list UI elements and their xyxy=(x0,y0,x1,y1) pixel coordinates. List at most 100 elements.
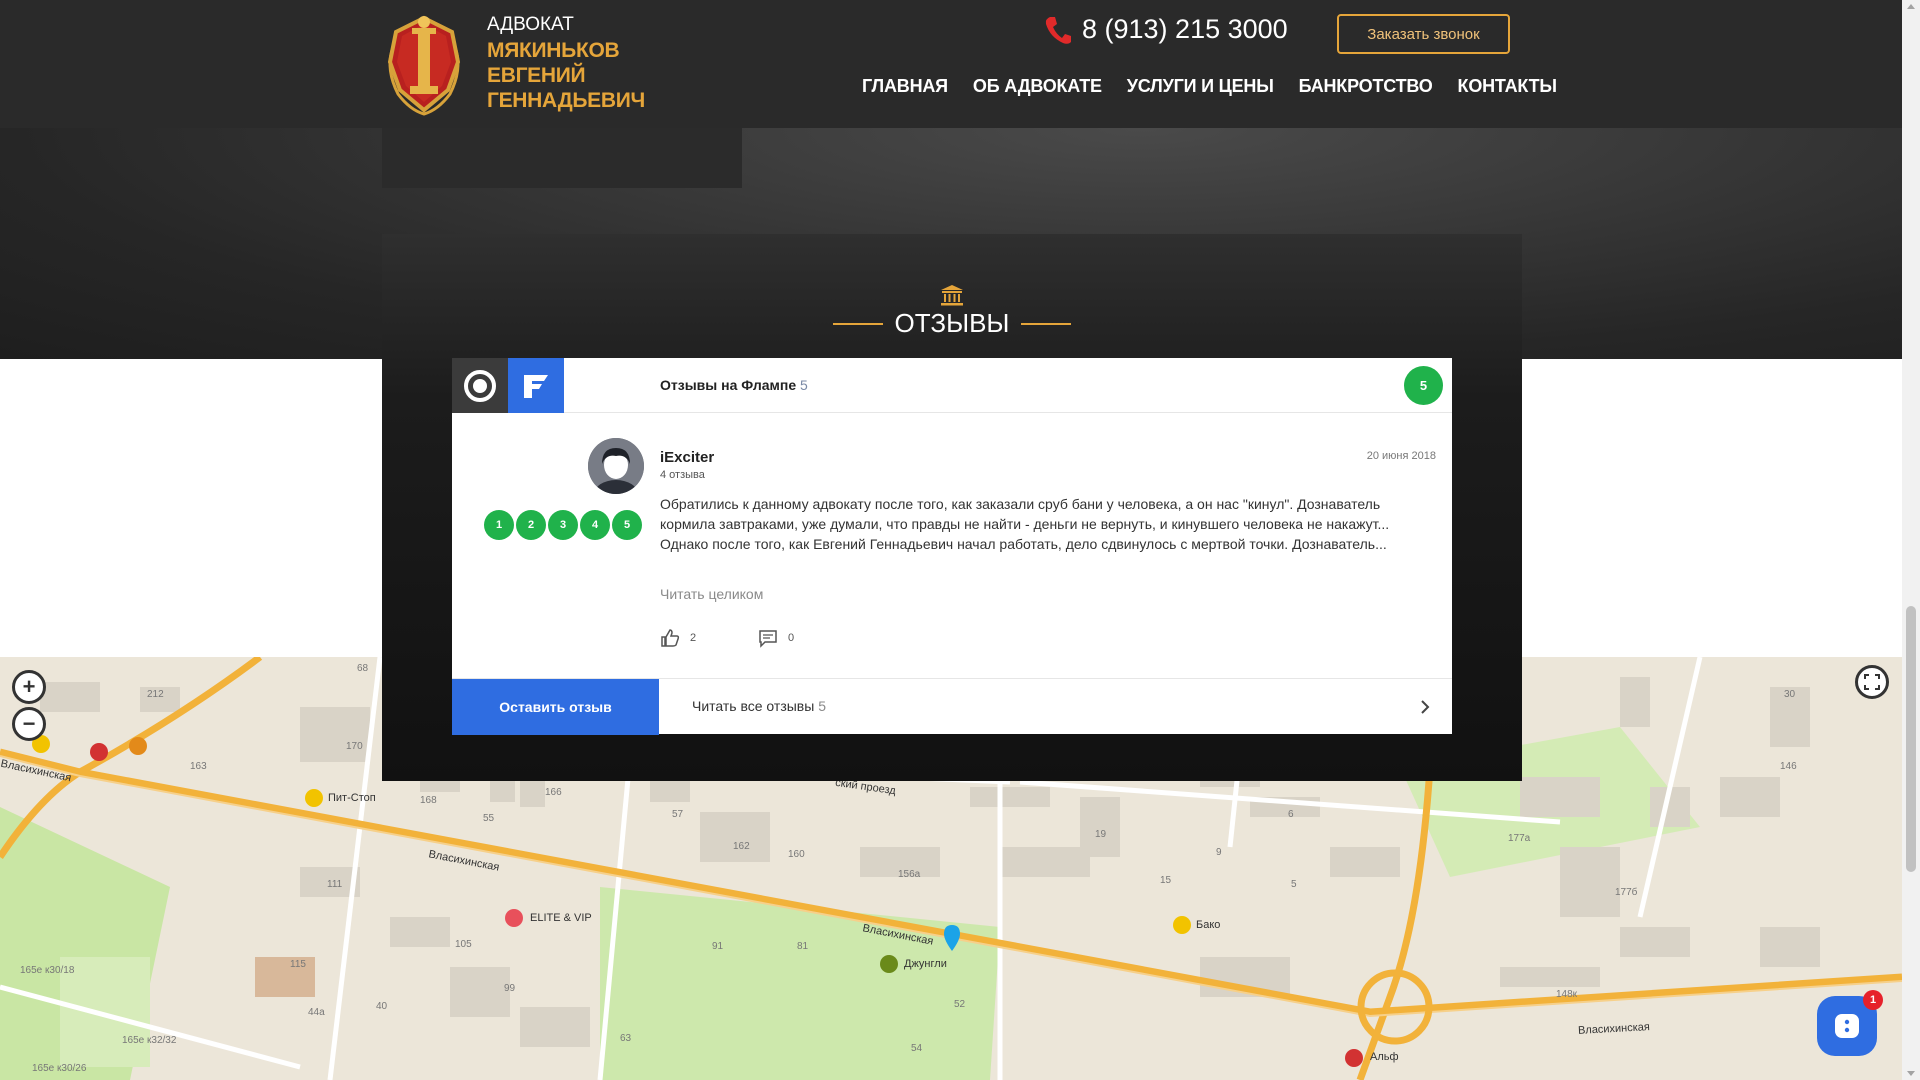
chat-notification-badge: 1 xyxy=(1863,990,1883,1010)
alf-poi-icon[interactable] xyxy=(1345,1049,1363,1067)
nav-item-services[interactable]: УСЛУГИ И ЦЕНЫ xyxy=(1127,76,1274,97)
tab-flamp[interactable] xyxy=(508,358,564,413)
widget-footer: Оставить отзыв Читать все отзывы 5 xyxy=(452,678,1452,735)
cafe-poi-icon[interactable] xyxy=(129,737,147,755)
restaurant-poi-icon[interactable] xyxy=(90,743,108,761)
logo-name-line: ЕВГЕНИЙ xyxy=(487,64,586,87)
nav-item-home[interactable]: ГЛАВНАЯ xyxy=(862,76,948,97)
2gis-icon xyxy=(464,369,496,402)
house-number: 63 xyxy=(620,1033,632,1044)
nav-item-bankruptcy[interactable]: БАНКРОТСТВО xyxy=(1299,76,1433,97)
rating-dot: 1 xyxy=(484,510,514,540)
house-number: 170 xyxy=(346,741,363,752)
fullscreen-button[interactable] xyxy=(1855,665,1889,699)
reviews-section: ОТЗЫВЫ Отзывы на Флампе 5 5 1 2 3 4 5 iE… xyxy=(382,234,1522,781)
avatar[interactable] xyxy=(588,438,644,494)
nav-item-contacts[interactable]: КОНТАКТЫ xyxy=(1458,76,1558,97)
house-number: 111 xyxy=(327,879,343,890)
author-review-count: 4 отзыва xyxy=(660,469,705,481)
house-number: 105 xyxy=(455,939,472,950)
phone-number[interactable]: 8 (913) 215 3000 xyxy=(1082,14,1288,45)
review-date: 20 июня 2018 xyxy=(1366,450,1436,462)
rating-dot: 4 xyxy=(580,510,610,540)
house-number: 165е к30/26 xyxy=(32,1063,87,1074)
user-avatar-icon xyxy=(588,438,644,494)
house-number: 9 xyxy=(1216,847,1222,858)
law-emblem-icon[interactable] xyxy=(382,10,466,118)
map-label: Альф xyxy=(1370,1051,1399,1063)
house-number: 30 xyxy=(1784,689,1796,700)
house-number: 146 xyxy=(1780,761,1797,772)
review-author[interactable]: iExciter xyxy=(660,449,714,466)
page-scrollbar[interactable] xyxy=(1902,0,1920,1080)
site-header: АДВОКАТ МЯКИНЬКОВ ЕВГЕНИЙ ГЕННАДЬЕВИЧ 8 … xyxy=(0,0,1902,128)
house-number: 212 xyxy=(147,689,164,700)
main-nav: ГЛАВНАЯ ОБ АДВОКАТЕ УСЛУГИ И ЦЕНЫ БАНКРО… xyxy=(862,76,1557,97)
logo-text[interactable]: АДВОКАТ МЯКИНЬКОВ ЕВГЕНИЙ ГЕННАДЬЕВИЧ xyxy=(487,12,645,113)
comment-count: 0 xyxy=(788,632,795,644)
leave-review-button[interactable]: Оставить отзыв xyxy=(452,679,659,735)
read-all-reviews-link[interactable]: Читать все отзывы 5 xyxy=(692,698,826,714)
house-number: 55 xyxy=(483,813,495,824)
pit-stop-poi-icon[interactable] xyxy=(305,789,323,807)
widget-title-count: 5 xyxy=(800,377,808,393)
like-button[interactable]: 2 xyxy=(660,628,696,648)
chat-icon xyxy=(1835,1014,1859,1038)
widget-header: Отзывы на Флампе 5 5 xyxy=(452,358,1452,413)
review-text: Обратились к данному адвокату после того… xyxy=(660,496,1390,552)
courthouse-icon xyxy=(941,285,963,306)
comment-button[interactable]: 0 xyxy=(758,628,794,648)
house-number: 160 xyxy=(788,849,805,860)
zoom-out-button[interactable]: − xyxy=(12,707,46,741)
house-number: 57 xyxy=(672,809,684,820)
house-number: 166 xyxy=(545,787,562,798)
flamp-icon xyxy=(524,374,548,398)
house-number: 19 xyxy=(1095,829,1107,840)
logo-title: АДВОКАТ xyxy=(487,14,574,35)
widget-title: Отзывы на Флампе 5 xyxy=(660,377,808,393)
dzhungli-poi-icon[interactable] xyxy=(880,955,898,973)
thumbs-up-icon xyxy=(661,629,680,647)
logo-name-line: ГЕННАДЬЕВИЧ xyxy=(487,89,645,112)
house-number: 115 xyxy=(290,959,306,970)
house-number: 54 xyxy=(911,1043,923,1054)
house-number: 40 xyxy=(376,1001,388,1012)
read-more-link[interactable]: Читать целиком xyxy=(660,586,763,602)
rating-dot: 3 xyxy=(548,510,578,540)
rating-dot: 5 xyxy=(612,510,642,540)
house-number: 165е к32/32 xyxy=(122,1035,177,1046)
map-label: ELITE & VIP xyxy=(530,912,592,924)
tab-2gis[interactable] xyxy=(452,358,508,413)
scroll-thumb[interactable] xyxy=(1906,606,1916,872)
comment-icon xyxy=(759,630,777,648)
scroll-down-icon[interactable] xyxy=(1907,1071,1915,1076)
bako-poi-icon[interactable] xyxy=(1173,916,1191,934)
section-title: ОТЗЫВЫ xyxy=(894,308,1010,338)
house-number: 52 xyxy=(954,999,966,1010)
phone-icon xyxy=(1045,16,1071,44)
zoom-in-button[interactable]: + xyxy=(12,670,46,704)
header-phone[interactable]: 8 (913) 215 3000 xyxy=(1044,14,1288,45)
title-divider xyxy=(832,322,883,325)
house-number: 163 xyxy=(190,761,207,772)
map-label: Пит-Стоп xyxy=(328,792,376,804)
flamp-reviews-widget: Отзывы на Флампе 5 5 1 2 3 4 5 iExciter … xyxy=(452,358,1452,735)
chat-button[interactable]: 1 xyxy=(1817,990,1883,1056)
house-number: 99 xyxy=(504,983,516,994)
callback-button[interactable]: Заказать звонок xyxy=(1337,14,1510,54)
house-number: 162 xyxy=(733,841,750,852)
elite-vip-poi-icon[interactable] xyxy=(505,909,523,927)
house-number: 44а xyxy=(308,1007,325,1018)
read-all-count: 5 xyxy=(818,698,826,714)
house-number: 168 xyxy=(420,795,437,806)
read-all-label: Читать все отзывы xyxy=(692,698,815,714)
nav-item-about[interactable]: ОБ АДВОКАТЕ xyxy=(973,76,1102,97)
previous-section-block xyxy=(382,128,742,188)
section-heading: ОТЗЫВЫ xyxy=(382,284,1522,339)
house-number: 5 xyxy=(1291,879,1297,890)
widget-title-text: Отзывы на Флампе xyxy=(660,377,797,393)
scroll-up-icon[interactable] xyxy=(1907,4,1915,9)
chevron-right-icon[interactable] xyxy=(1418,697,1432,717)
house-number: 91 xyxy=(712,941,724,952)
map-label: Бако xyxy=(1196,919,1221,931)
